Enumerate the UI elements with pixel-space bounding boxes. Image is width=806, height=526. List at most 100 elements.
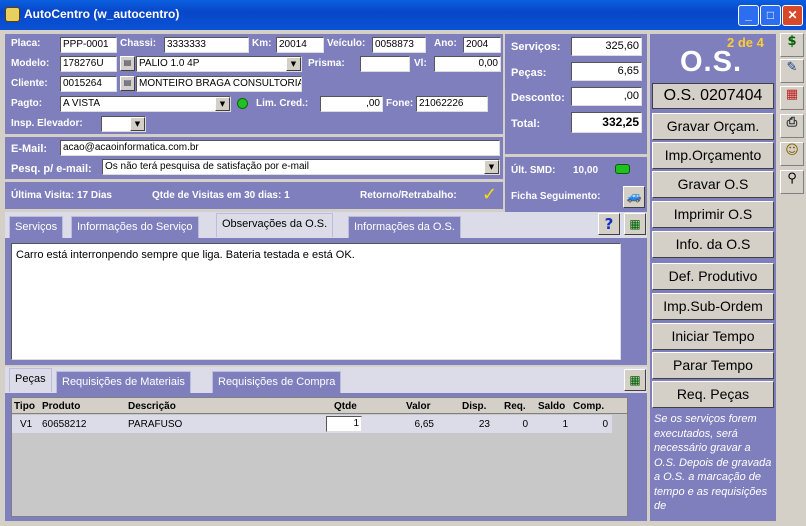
pesq-label: Pesq. p/ e-mail: [11,163,92,175]
col-valor: Valor [406,401,431,412]
tab-informacoes-servico[interactable]: Informações do Serviço [71,216,199,238]
close-button[interactable]: ✕ [782,5,803,26]
chassi-field[interactable]: 3333333 [164,37,249,53]
table-header [12,398,627,414]
col-disp: Disp. [462,401,487,412]
imprimir-os-button[interactable]: Imprimir O.S [652,201,774,228]
total-label: Total: [511,118,541,130]
os-label: O.S. [680,46,743,78]
cliente-name-field[interactable]: MONTEIRO BRAGA CONSULTORIA [136,76,302,92]
km-label: Km: [252,38,272,49]
window-title: AutoCentro (w_autocentro) [24,7,180,21]
limcred-label: Lim. Cred.: [256,98,309,109]
prisma-label: Prisma: [308,58,345,69]
email-label: E-Mail: [11,143,48,155]
chassi-label: Chassi: [120,38,157,49]
modelo-lookup-icon[interactable]: ▤ [120,56,135,71]
printer-icon[interactable]: ⎙ [780,114,804,138]
vl-label: Vl: [414,58,427,69]
placa-field[interactable]: PPP-0001 [60,37,117,53]
tab-pecas[interactable]: Peças [9,368,52,392]
minimize-button[interactable]: _ [738,5,759,26]
chevron-down-icon[interactable]: ▼ [286,57,301,71]
observacoes-textarea[interactable]: Carro está interronpendo sempre que liga… [11,243,621,360]
tab-servicos[interactable]: Serviços [9,216,64,238]
cliente-label: Cliente: [11,78,48,89]
ultima-visita: Última Visita: 17 Dias [11,190,112,201]
cliente-code-field[interactable]: 0015264 [60,76,117,92]
col-qtde: Qtde [334,401,357,412]
chevron-down-icon[interactable]: ▼ [484,160,499,174]
pecas-total: 6,65 [571,62,642,81]
title-bar: AutoCentro (w_autocentro) _ □ ✕ [0,0,806,30]
smd-value: 10,00 [573,165,599,176]
col-saldo: Saldo [538,401,566,412]
dollar-icon[interactable]: $ [780,33,804,57]
credit-status-icon [237,98,248,109]
cell-qtde-input[interactable]: 1 [326,416,362,432]
total-value: 332,25 [571,112,642,133]
vl-field[interactable]: 0,00 [434,56,501,72]
chevron-down-icon[interactable]: ▼ [130,117,145,131]
ficha-label: Ficha Seguimento: [511,191,601,202]
tab-requisicoes-materiais[interactable]: Requisições de Materiais [56,371,191,393]
modelo-label: Modelo: [11,58,50,69]
req-pecas-button[interactable]: Req. Peças [652,381,774,408]
limcred-field[interactable]: ,00 [320,96,383,112]
person-icon[interactable]: ☺ [780,142,804,166]
ficha-seguimento-button[interactable]: 🚙 [623,186,645,208]
grid-edit-icon[interactable]: ▦ [624,369,646,391]
desconto-field[interactable]: ,00 [571,87,642,106]
edit-icon[interactable]: ✎ [780,59,804,83]
help-icon[interactable]: ? [598,213,620,235]
grid-icon[interactable]: ▦ [780,86,804,110]
retorno-label: Retorno/Retrabalho: [360,190,457,201]
fone-label: Fone: [386,98,414,109]
cliente-lookup-icon[interactable]: ▤ [120,76,135,91]
cell-disp: 23 [478,419,490,430]
tab-informacoes-os[interactable]: Informações da O.S. [348,216,461,238]
pagto-label: Pagto: [11,98,43,109]
modelo-select[interactable]: PALIO 1.0 4P [136,56,302,72]
parar-tempo-button[interactable]: Parar Tempo [652,352,774,379]
imp-sub-ordem-button[interactable]: Imp.Sub-Ordem [652,293,774,320]
veiculo-label: Veículo: [327,38,366,49]
km-field[interactable]: 20014 [276,37,324,53]
maximize-button[interactable]: □ [760,5,781,26]
cell-descricao: PARAFUSO [128,419,183,430]
col-descricao: Descrição [128,401,176,412]
gravar-orcamento-button[interactable]: Gravar Orçam. [652,113,774,140]
placa-label: Placa: [11,38,41,49]
info-os-button[interactable]: Info. da O.S [652,231,774,258]
grid-edit-icon[interactable]: ▦ [624,213,646,235]
pagto-select[interactable]: A VISTA [60,96,231,112]
chevron-down-icon[interactable]: ▼ [215,97,230,111]
tab-observacoes[interactable]: Observações da O.S. [216,213,334,237]
ano-field[interactable]: 2004 [463,37,501,53]
insp-label: Insp. Elevador: [11,118,83,129]
col-produto: Produto [42,401,81,412]
cell-tipo: V1 [20,419,33,430]
prisma-field[interactable] [360,56,410,72]
imprimir-orcamento-button[interactable]: Imp.Orçamento [652,142,774,169]
tab-requisicoes-compra[interactable]: Requisições de Compra [212,371,342,393]
cell-req: 0 [522,419,528,430]
def-produtivo-button[interactable]: Def. Produtivo [652,263,774,290]
os-number: O.S. 0207404 [652,83,774,109]
binoculars-icon[interactable]: ⚲ [780,170,804,194]
iniciar-tempo-button[interactable]: Iniciar Tempo [652,323,774,350]
app-icon [5,7,20,22]
pecas-label: Peças: [511,67,547,79]
servicos-label: Serviços: [511,41,561,53]
col-comp: Comp. [573,401,605,412]
col-req: Req. [504,401,526,412]
pesq-select[interactable]: Os não terá pesquisa de satisfação por e… [102,159,500,175]
gravar-os-button[interactable]: Gravar O.S [652,171,774,198]
fone-field[interactable]: 21062226 [416,96,488,112]
email-field[interactable]: acao@acaoinformatica.com.br [60,140,500,156]
veiculo-field[interactable]: 0058873 [372,37,426,53]
col-tipo: Tipo [14,401,35,412]
cell-comp: 0 [602,419,608,430]
servicos-total: 325,60 [571,37,642,56]
modelo-code-field[interactable]: 178276U [60,56,117,72]
